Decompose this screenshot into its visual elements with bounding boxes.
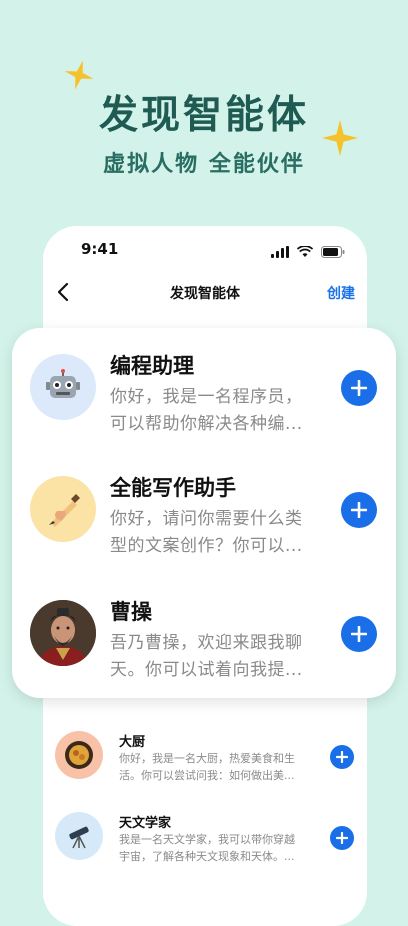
- dish-icon: [55, 731, 103, 779]
- list-item[interactable]: 编程助理 你好，我是一名程序员， 可以帮助你解决各种编...: [12, 348, 396, 434]
- add-agent-button[interactable]: [330, 745, 354, 769]
- agent-desc-line1: 我是一名天文学家，我可以带你穿越: [119, 833, 295, 846]
- hero-subtitle: 虚拟人物 全能伙伴: [103, 152, 305, 177]
- create-button[interactable]: 创建: [327, 283, 355, 303]
- agent-desc-line2: 宇宙，了解各种天文现象和天体。...: [119, 850, 295, 863]
- telescope-icon: [55, 812, 103, 860]
- caocao-portrait: [30, 600, 96, 666]
- agent-name: 全能写作助手: [110, 476, 236, 500]
- robot-icon: [30, 354, 96, 420]
- agent-name: 曹操: [110, 600, 152, 624]
- agent-name: 大厨: [119, 735, 146, 750]
- agent-desc-line1: 你好，请问你需要什么类: [110, 509, 303, 529]
- list-item[interactable]: 曹操 吾乃曹操，欢迎来跟我聊 天。你可以试着向我提...: [12, 594, 396, 680]
- status-time: 9:41: [81, 240, 119, 258]
- agent-desc-line2: 活。你可以尝试问我：如何做出美...: [119, 769, 295, 782]
- agent-desc-line2: 可以帮助你解决各种编...: [110, 414, 303, 434]
- writing-hand-icon: [30, 476, 96, 542]
- list-item[interactable]: 天文学家 我是一名天文学家，我可以带你穿越 宇宙，了解各种天文现象和天体。...: [43, 812, 367, 866]
- agent-desc: 你好，我是一名程序员， 可以帮助你解决各种编...: [110, 384, 332, 438]
- plus-icon: [351, 380, 367, 396]
- list-item[interactable]: 大厨 你好，我是一名大厨，热爱美食和生 活。你可以尝试问我：如何做出美...: [43, 731, 367, 785]
- plus-icon: [336, 832, 348, 844]
- agent-name: 编程助理: [110, 354, 194, 378]
- plus-icon: [351, 626, 367, 642]
- agent-name: 天文学家: [119, 816, 172, 831]
- agent-desc-line2: 天。你可以试着向我提...: [110, 660, 303, 680]
- agent-desc-line1: 你好，我是一名程序员，: [110, 387, 303, 407]
- list-item[interactable]: 全能写作助手 你好，请问你需要什么类 型的文案创作？你可以...: [12, 470, 396, 556]
- plus-icon: [351, 502, 367, 518]
- agent-desc: 你好，请问你需要什么类 型的文案创作？你可以...: [110, 506, 332, 560]
- agent-desc: 吾乃曹操，欢迎来跟我聊 天。你可以试着向我提...: [110, 630, 332, 684]
- featured-agents-card: 编程助理 你好，我是一名程序员， 可以帮助你解决各种编... 全能写作助手 你好…: [12, 328, 396, 698]
- battery-icon: [321, 246, 345, 258]
- hero-title: 发现智能体: [98, 93, 309, 138]
- plus-icon: [336, 751, 348, 763]
- agent-desc-line2: 型的文案创作？你可以...: [110, 536, 303, 556]
- add-agent-button[interactable]: [341, 492, 377, 528]
- page-title: 发现智能体: [170, 286, 240, 302]
- add-agent-button[interactable]: [341, 616, 377, 652]
- agent-desc-line1: 你好，我是一名大厨，热爱美食和生: [119, 752, 295, 765]
- status-bar: 9:41: [43, 240, 367, 260]
- wifi-icon: [296, 245, 314, 257]
- add-agent-button[interactable]: [330, 826, 354, 850]
- signal-icon: [270, 246, 289, 258]
- add-agent-button[interactable]: [341, 370, 377, 406]
- status-icons: [270, 243, 345, 262]
- agent-desc-line1: 吾乃曹操，欢迎来跟我聊: [110, 633, 303, 653]
- nav-bar: 发现智能体 创建: [43, 278, 367, 308]
